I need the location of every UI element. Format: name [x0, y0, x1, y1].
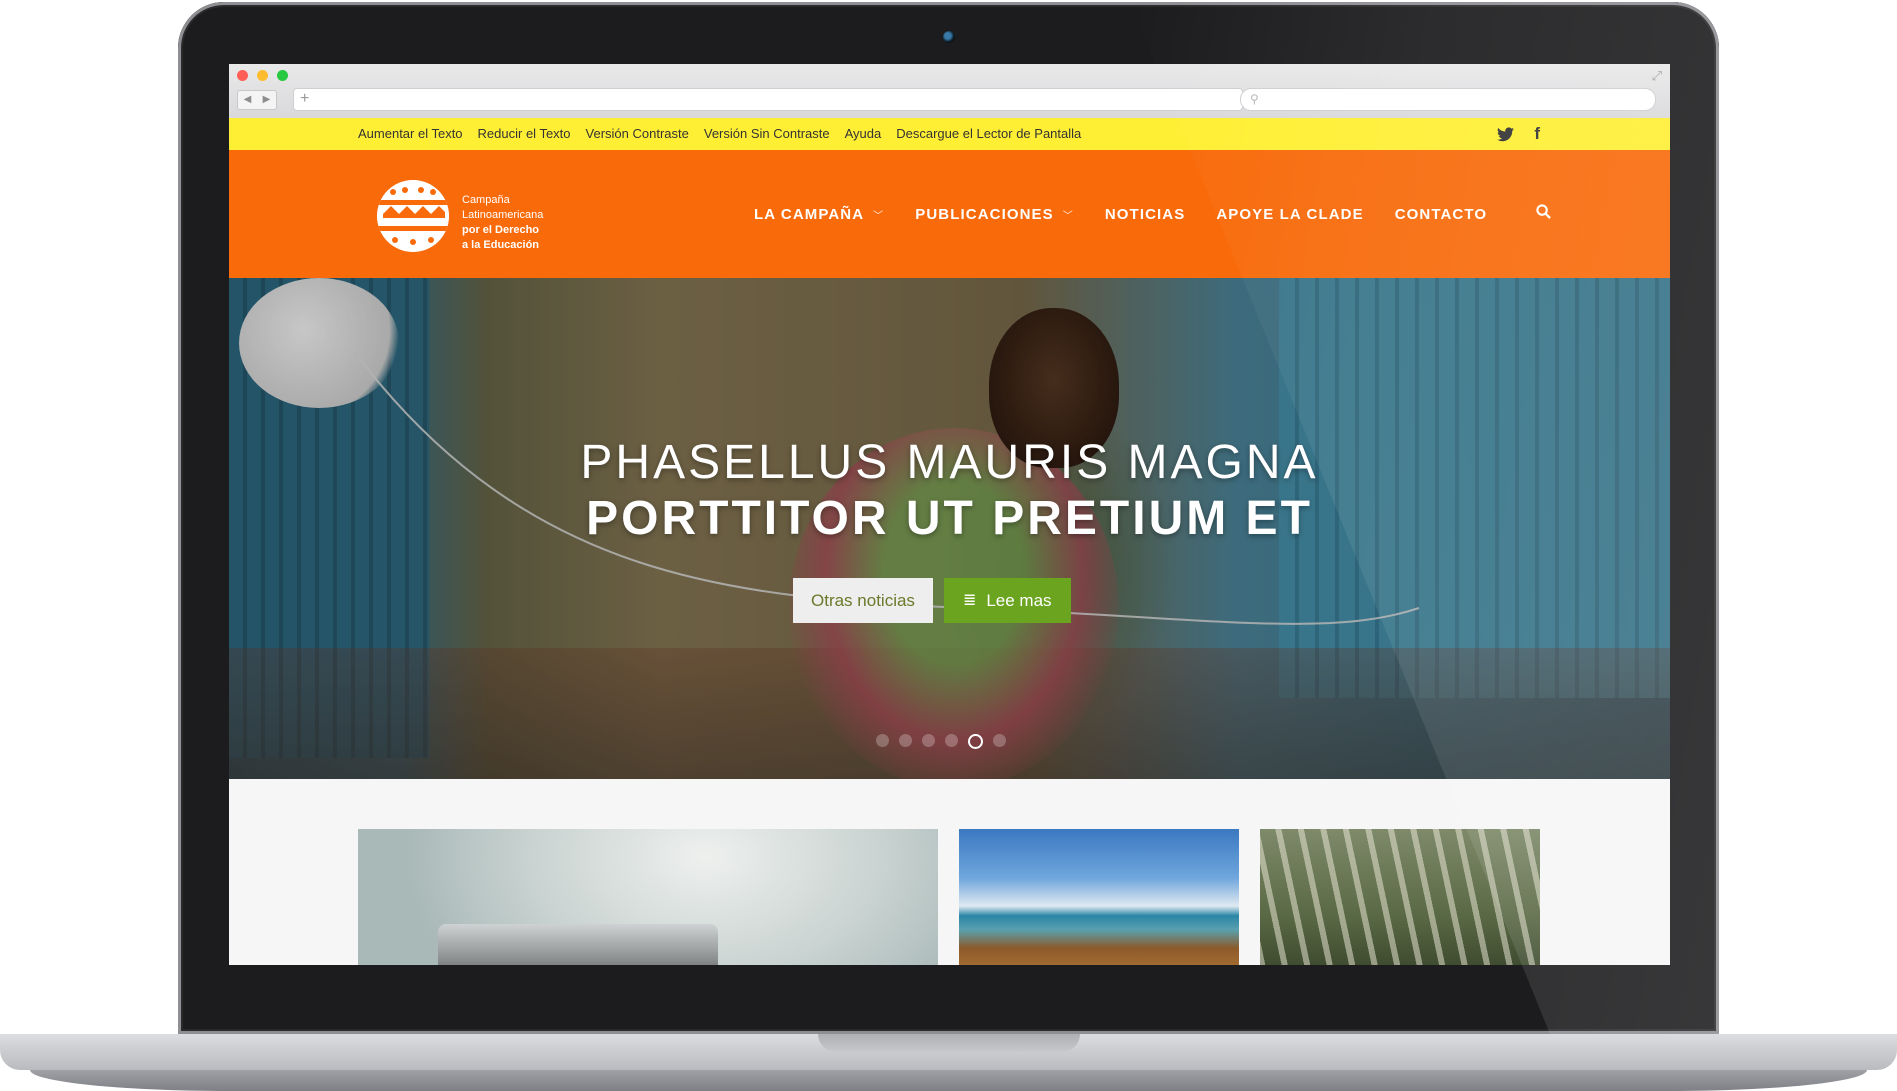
logo-icon[interactable] [377, 180, 449, 252]
search-icon: ⚲ [1250, 92, 1259, 106]
new-tab-button[interactable]: + [300, 89, 309, 109]
facebook-icon[interactable]: f [1534, 118, 1540, 150]
nav-item-label: PUBLICACIONES [915, 205, 1054, 223]
slider-dot-active[interactable] [968, 734, 983, 749]
other-news-button[interactable]: Otras noticias [793, 578, 933, 623]
accessibility-links: Aumentar el Texto Reducir el Texto Versi… [358, 118, 1096, 150]
nav-item-la-campana[interactable]: LA CAMPAÑA ﹀ [754, 206, 884, 223]
social-links: f [1497, 118, 1540, 150]
slider-dot[interactable] [922, 734, 935, 747]
nav-item-label: LA CAMPAÑA [754, 205, 865, 223]
hero-title-line-2: PORTTITOR UT PRETIUM ET [586, 492, 1313, 545]
slider-dot[interactable] [876, 734, 889, 747]
screen-reader-download-link[interactable]: Descargue el Lector de Pantalla [896, 118, 1096, 150]
no-contrast-version-link[interactable]: Versión Sin Contraste [704, 118, 845, 150]
read-more-button[interactable]: ≣ Lee mas [943, 578, 1071, 623]
contrast-version-link[interactable]: Versión Contraste [586, 118, 704, 150]
site-header: Campaña Latinoamericana por el Derecho a… [229, 150, 1670, 278]
address-bar[interactable]: + [293, 88, 1243, 111]
list-icon: ≣ [962, 592, 977, 609]
nav-item-noticias[interactable]: NOTICIAS [1105, 206, 1185, 223]
nav-item-apoye-la-clade[interactable]: APOYE LA CLADE [1216, 206, 1363, 223]
twitter-icon[interactable] [1497, 118, 1515, 150]
back-button[interactable]: ◀ [238, 91, 257, 109]
accessibility-bar: Aumentar el Texto Reducir el Texto Versi… [229, 118, 1670, 150]
nav-item-label: CONTACTO [1394, 205, 1488, 223]
news-card-grass[interactable] [1260, 829, 1540, 965]
hero-title: PHASELLUS MAURIS MAGNA PORTTITOR UT PRET… [229, 435, 1670, 547]
hero-title-line-1: PHASELLUS MAURIS MAGNA [580, 436, 1319, 489]
fullscreen-icon[interactable]: ⤢ [1652, 68, 1662, 84]
hero-buttons: Otras noticias ≣ Lee mas [793, 578, 1071, 623]
slider-dot[interactable] [993, 734, 1006, 747]
hero-slider: PHASELLUS MAURIS MAGNA PORTTITOR UT PRET… [229, 278, 1670, 779]
news-card-beach[interactable] [959, 829, 1239, 965]
nav-item-label: NOTICIAS [1104, 205, 1186, 223]
read-more-label: Lee mas [986, 591, 1052, 610]
laptop-notch [818, 1034, 1080, 1052]
logo-line-2: Latinoamericana [462, 209, 544, 221]
close-window-button[interactable] [237, 70, 248, 81]
slider-dot[interactable] [945, 734, 958, 747]
nav-item-contacto[interactable]: CONTACTO [1395, 206, 1487, 223]
logo-text[interactable]: Campaña Latinoamericana por el Derecho a… [462, 193, 543, 253]
help-link[interactable]: Ayuda [845, 118, 897, 150]
slider-dots [876, 734, 1006, 749]
news-card-camera[interactable] [358, 829, 938, 965]
screen: ◀ ▶ + ⚲ ⤢ Aumentar el Texto Reducir el T… [229, 64, 1670, 965]
chevron-down-icon: ﹀ [1062, 210, 1074, 222]
browser-chrome: ◀ ▶ + ⚲ ⤢ [229, 64, 1670, 119]
minimize-window-button[interactable] [257, 70, 268, 81]
slider-dot[interactable] [899, 734, 912, 747]
logo-line-1: Campaña [462, 194, 510, 206]
card-image-camera [438, 924, 718, 965]
browser-search-field[interactable]: ⚲ [1240, 88, 1656, 111]
chevron-down-icon: ﹀ [873, 210, 885, 222]
decrease-text-link[interactable]: Reducir el Texto [478, 118, 586, 150]
nav-item-publicaciones[interactable]: PUBLICACIONES ﹀ [915, 206, 1074, 223]
search-icon[interactable] [1536, 204, 1551, 224]
logo-line-4: a la Educación [462, 239, 540, 251]
increase-text-link[interactable]: Aumentar el Texto [358, 118, 478, 150]
logo-line-3: por el Derecho [462, 224, 540, 236]
maximize-window-button[interactable] [277, 70, 288, 81]
news-cards [229, 779, 1670, 965]
history-nav: ◀ ▶ [237, 90, 277, 110]
webcam [943, 31, 955, 43]
nav-item-label: APOYE LA CLADE [1216, 205, 1364, 223]
laptop-base-bottom [30, 1070, 1867, 1091]
forward-button[interactable]: ▶ [257, 91, 276, 109]
main-nav: LA CAMPAÑA ﹀ PUBLICACIONES ﹀ NOTICIAS AP… [754, 150, 1551, 278]
